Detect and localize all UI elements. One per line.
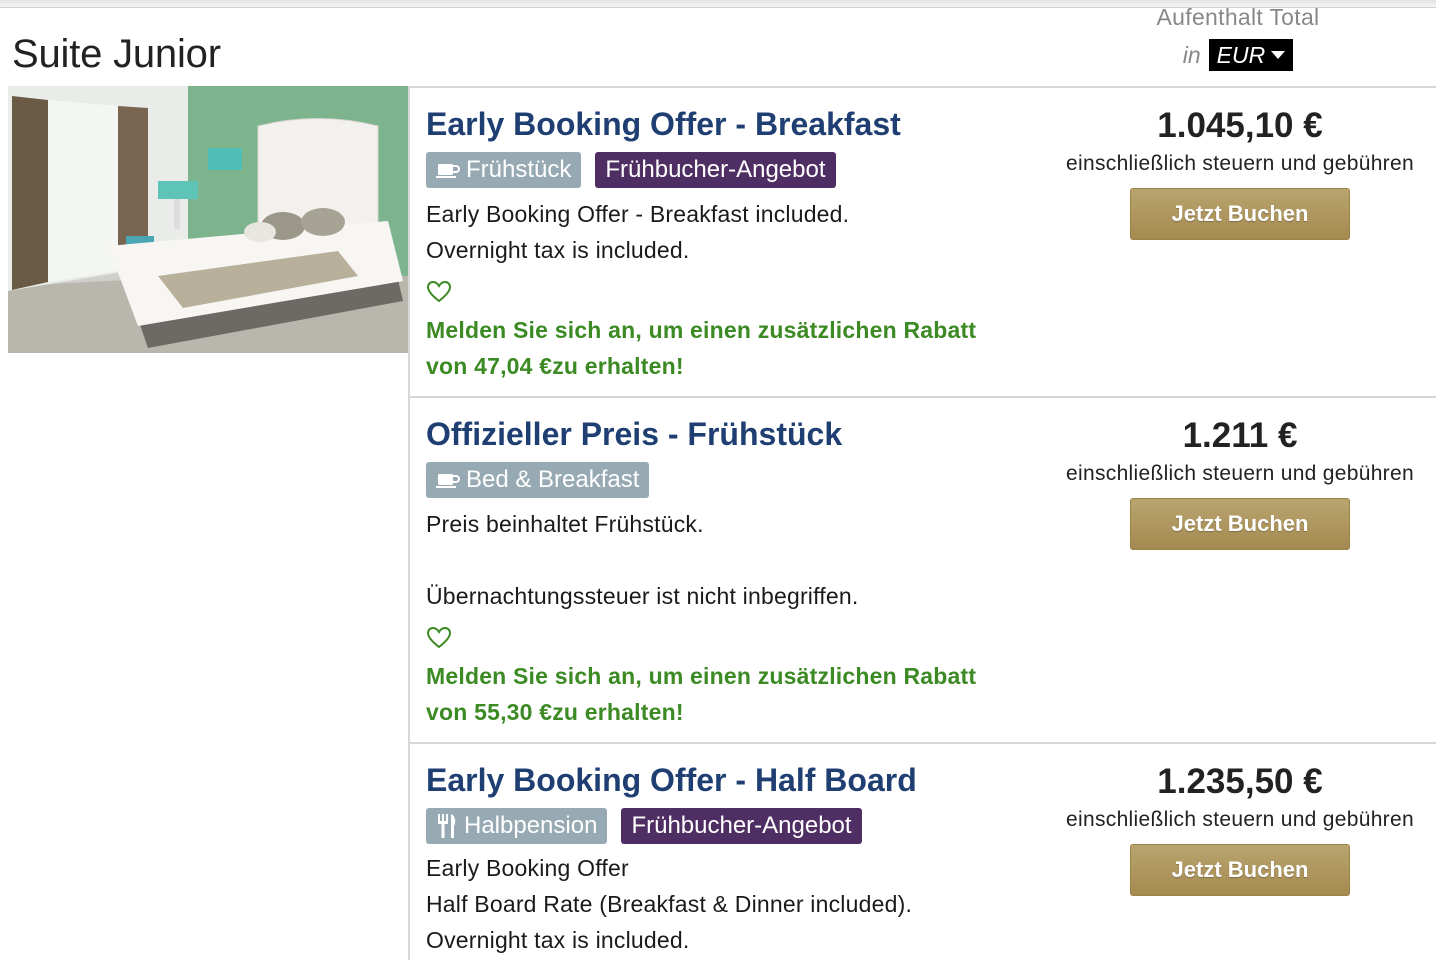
price-note: einschließlich steuern und gebühren [1066,152,1414,175]
heart-icon[interactable] [426,626,452,650]
room-photo[interactable] [8,86,408,353]
price-block: 1.235,50 € einschließlich steuern und ge… [1040,762,1436,896]
promo-badge-label: Frühbucher-Angebot [631,812,852,839]
rate-name[interactable]: Offizieller Preis - Frühstück [426,416,842,453]
price-note: einschließlich steuern und gebühren [1066,808,1414,831]
in-label: in [1182,41,1201,68]
meal-badge-label: Frühstück [466,156,572,183]
rate-description: Early Booking Offer Half Board Rate (Bre… [426,855,913,953]
member-discount-text[interactable]: Melden Sie sich an, um einen zusätzliche… [426,658,976,730]
price-header: Aufenthalt Total in EUR [1108,4,1368,71]
rate-row: Early Booking Offer - Half Board Halbpen… [410,742,1436,960]
meal-badge: Bed & Breakfast [426,462,650,498]
rate-row: Offizieller Preis - Frühstück Bed & Brea… [410,396,1436,742]
rate-row: Early Booking Offer - Breakfast Frühstüc… [410,86,1436,396]
rate-badges: Bed & Breakfast [426,462,650,498]
promo-badge: Frühbucher-Angebot [621,808,862,844]
coffee-cup-icon [436,164,460,178]
book-now-button[interactable]: Jetzt Buchen [1130,844,1350,896]
price-note: einschließlich steuern und gebühren [1066,462,1414,485]
bedroom-image [8,86,408,353]
discount-line-1: Melden Sie sich an, um einen zusätzliche… [426,663,977,689]
stay-total-label: Aufenthalt Total [1156,4,1320,30]
meal-badge: Frühstück [426,152,582,188]
room-title: Suite Junior [12,32,221,76]
book-now-button[interactable]: Jetzt Buchen [1130,498,1350,550]
promo-badge-label: Frühbucher-Angebot [605,156,826,183]
price: 1.211 € [1182,416,1298,455]
currency-row: in EUR [1108,39,1368,71]
member-discount-text[interactable]: Melden Sie sich an, um einen zusätzliche… [426,312,976,384]
rate-description: Early Booking Offer - Breakfast included… [426,201,850,263]
rates-list: Early Booking Offer - Breakfast Frühstüc… [408,86,1436,960]
fork-knife-icon [438,814,456,838]
price-block: 1.211 € einschließlich steuern und gebüh… [1040,416,1436,550]
meal-badge: Halbpension [426,808,608,844]
rate-name[interactable]: Early Booking Offer - Half Board [426,762,917,799]
meal-badge-label: Halbpension [464,812,598,839]
price: 1.045,10 € [1157,106,1323,145]
discount-line-2: von 47,04 €zu erhalten! [426,353,684,379]
book-now-button[interactable]: Jetzt Buchen [1130,188,1350,240]
booking-page: Suite Junior Aufenthalt Total in EUR Ear… [0,0,1436,960]
coffee-cup-icon [436,474,460,488]
discount-line-2: von 55,30 €zu erhalten! [426,699,684,725]
rate-name[interactable]: Early Booking Offer - Breakfast [426,106,901,143]
discount-line-1: Melden Sie sich an, um einen zusätzliche… [426,317,977,343]
currency-value: EUR [1216,41,1266,68]
rate-badges: Frühstück Frühbucher-Angebot [426,152,836,188]
rate-badges: Halbpension Frühbucher-Angebot [426,808,862,844]
promo-badge: Frühbucher-Angebot [595,152,836,188]
caret-down-icon [1271,51,1286,59]
currency-dropdown[interactable]: EUR [1208,39,1294,71]
price-block: 1.045,10 € einschließlich steuern und ge… [1040,106,1436,240]
rate-description: Preis beinhaltet Frühstück. Übernachtung… [426,511,859,609]
meal-badge-label: Bed & Breakfast [466,466,640,493]
heart-icon[interactable] [426,280,452,304]
price: 1.235,50 € [1157,762,1323,801]
